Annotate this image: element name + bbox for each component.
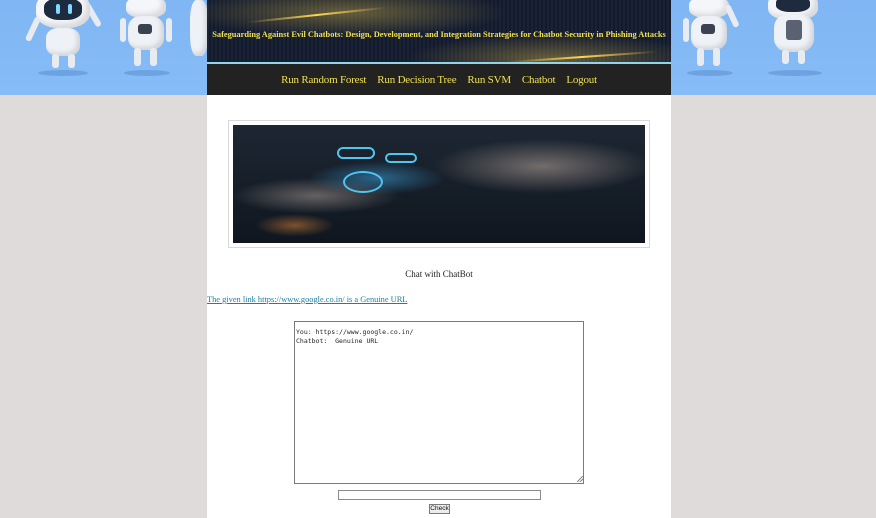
- robot-illustration-right-1: [683, 0, 743, 80]
- message-input[interactable]: [338, 490, 541, 500]
- robot-illustration-left-3: [188, 0, 208, 80]
- main-nav: Run Random Forest Run Decision Tree Run …: [207, 64, 671, 95]
- check-button[interactable]: Check: [429, 504, 450, 514]
- main-content: Chat with ChatBot The given link https:/…: [207, 95, 671, 518]
- chat-bubble-icon: [385, 153, 417, 163]
- nav-run-svm[interactable]: Run SVM: [467, 74, 511, 86]
- hero-image: [233, 125, 645, 243]
- header-banner: Safeguarding Against Evil Chatbots: Desi…: [207, 0, 671, 64]
- resize-grip-icon[interactable]: [577, 476, 583, 482]
- chatbot-glow-icon: [343, 171, 383, 193]
- chat-heading: Chat with ChatBot: [405, 269, 473, 279]
- robot-illustration-left-2: [118, 0, 178, 80]
- robot-illustration-left-1: [24, 0, 103, 80]
- robot-illustration-right-2: [760, 0, 830, 80]
- chat-bubble-icon: [337, 147, 375, 159]
- nav-run-random-forest[interactable]: Run Random Forest: [281, 74, 366, 86]
- chat-log-textarea[interactable]: You: https://www.google.co.in/ Chatbot: …: [294, 321, 584, 484]
- result-message-link[interactable]: The given link https://www.google.co.in/…: [207, 295, 407, 304]
- nav-run-decision-tree[interactable]: Run Decision Tree: [377, 74, 456, 86]
- hero-image-frame: [228, 120, 650, 248]
- nav-chatbot[interactable]: Chatbot: [522, 74, 556, 86]
- nav-logout[interactable]: Logout: [566, 74, 597, 86]
- site-title: Safeguarding Against Evil Chatbots: Desi…: [212, 30, 666, 39]
